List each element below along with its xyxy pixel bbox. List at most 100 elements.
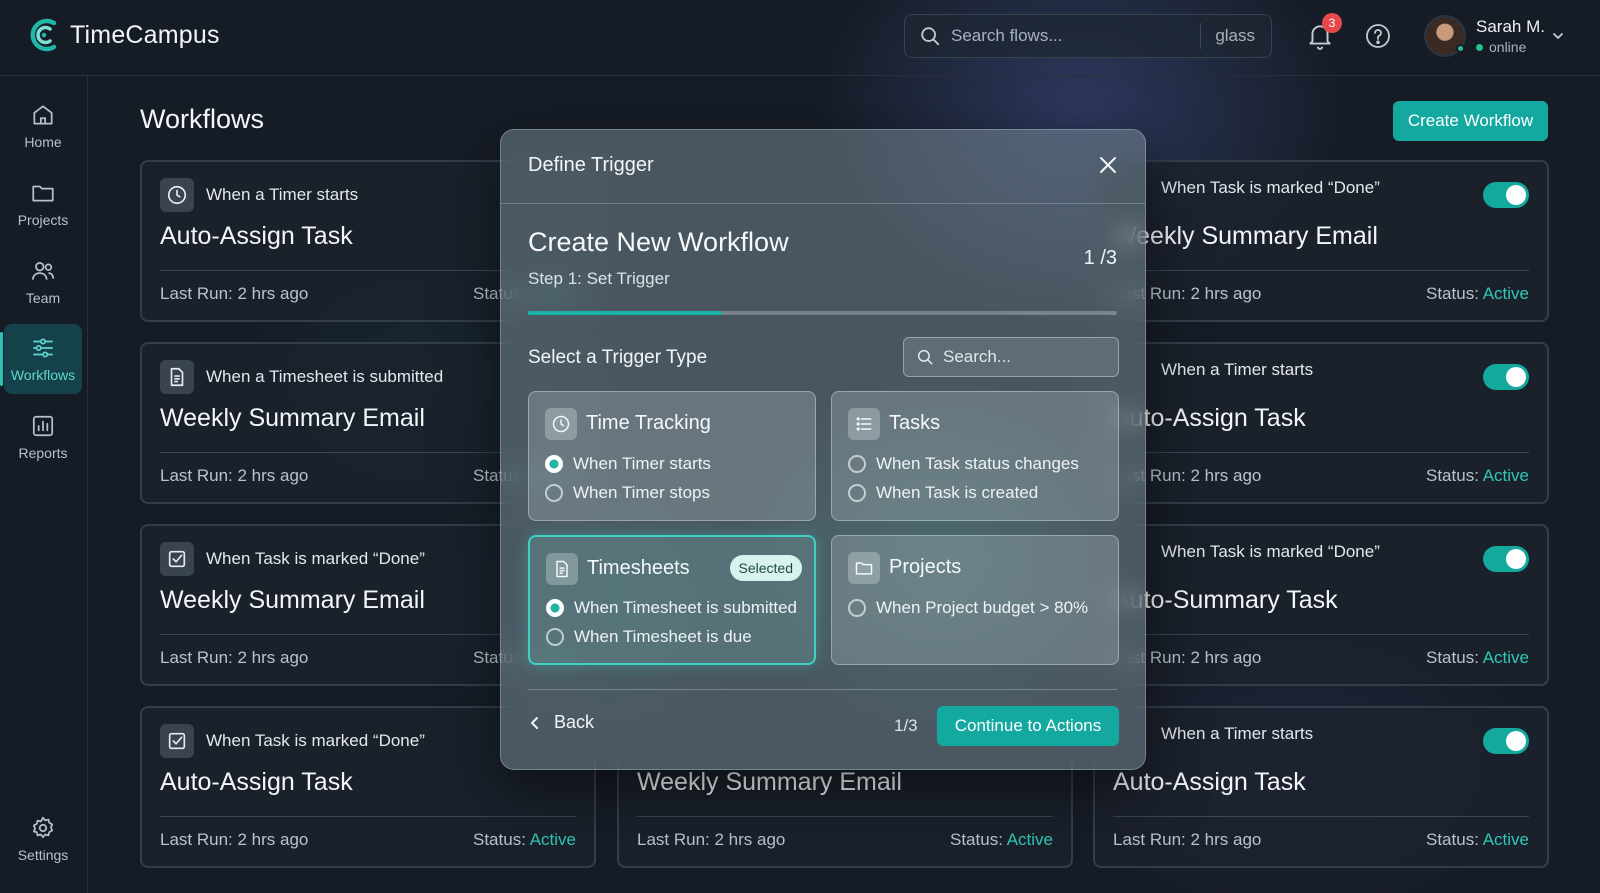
status-badge: Active xyxy=(1482,466,1529,485)
sidebar-item-label: Settings xyxy=(17,847,69,863)
workflow-card[interactable]: When Task is marked “Done” Auto-Summary … xyxy=(1093,524,1549,686)
radio-label: When Timer starts xyxy=(573,454,711,473)
card-title: Weekly Summary Email xyxy=(160,404,425,432)
folder-icon xyxy=(848,552,880,584)
logo-icon xyxy=(30,18,57,52)
radio-label: When Timer stops xyxy=(573,483,710,502)
radio-option[interactable]: When Timer stops xyxy=(545,483,710,503)
workflow-toggle[interactable] xyxy=(1483,182,1529,208)
wizard-progress-fill xyxy=(528,311,723,315)
radio-option[interactable]: When Task status changes xyxy=(848,454,1079,474)
card-trigger: When a Timer starts xyxy=(160,178,358,212)
card-last-run: Last Run: 2 hrs ago xyxy=(1113,830,1262,849)
page-title: Workflows xyxy=(140,104,265,134)
workflow-toggle[interactable] xyxy=(1483,364,1529,390)
define-trigger-modal: Define Trigger Create New Workflow Step … xyxy=(500,129,1146,770)
radio-option[interactable]: When Timesheet is submitted xyxy=(546,598,797,618)
workflow-card[interactable]: When a Timer starts Auto-Assign Task Las… xyxy=(1093,342,1549,504)
trigger-option-time-tracking[interactable]: Time Tracking When Timer starts When Tim… xyxy=(528,391,816,521)
sidebar-item-workflows[interactable]: Workflows xyxy=(0,324,82,394)
card-trigger-label: When Task is marked “Done” xyxy=(1161,178,1380,197)
card-divider xyxy=(160,816,576,817)
workflow-toggle[interactable] xyxy=(1483,728,1529,754)
brand[interactable]: TimeCampus xyxy=(28,16,220,54)
online-indicator xyxy=(1456,44,1465,53)
radio-button[interactable] xyxy=(545,484,563,502)
sidebar-item-home[interactable]: Home xyxy=(4,91,82,161)
card-trigger: When Task is marked “Done” xyxy=(1161,178,1380,198)
radio-button[interactable] xyxy=(546,599,564,617)
card-last-run: Last Run: 2 hrs ago xyxy=(637,830,786,849)
trigger-option-tasks[interactable]: Tasks When Task status changes When Task… xyxy=(831,391,1119,521)
status-prefix: Status: xyxy=(1426,466,1483,485)
chevron-left-icon xyxy=(531,716,538,729)
card-trigger-label: When Task is marked “Done” xyxy=(206,731,425,750)
search-scope-button[interactable]: glass xyxy=(1201,26,1271,46)
clock-icon xyxy=(160,178,194,212)
card-last-run: Last Run: 2 hrs ago xyxy=(160,648,309,667)
team-icon xyxy=(31,262,55,280)
radio-button[interactable] xyxy=(848,455,866,473)
workflow-card[interactable]: When a Timer starts Auto-Assign Task Las… xyxy=(1093,706,1549,868)
trigger-type-label: Select a Trigger Type xyxy=(528,347,708,368)
radio-button[interactable] xyxy=(848,599,866,617)
card-divider xyxy=(1113,634,1529,635)
trigger-option-title: Timesheets xyxy=(587,557,690,579)
card-trigger-label: When a Timer starts xyxy=(1161,360,1314,379)
card-last-run: Last Run: 2 hrs ago xyxy=(160,830,309,849)
trigger-option-title: Time Tracking xyxy=(586,412,711,434)
create-workflow-button[interactable]: Create Workflow xyxy=(1393,101,1548,141)
search-icon xyxy=(917,349,933,365)
list-icon xyxy=(848,408,880,440)
card-title: Auto-Assign Task xyxy=(160,222,353,250)
trigger-search-input[interactable]: Search... xyxy=(903,337,1119,377)
radio-button[interactable] xyxy=(545,455,563,473)
sidebar-item-label: Home xyxy=(24,134,62,150)
gear-icon xyxy=(32,816,54,839)
user-status-label: online xyxy=(1489,39,1527,55)
chevron-down-icon[interactable] xyxy=(1551,29,1565,43)
trigger-option-title: Tasks xyxy=(889,412,941,434)
card-trigger-label: When a Timesheet is submitted xyxy=(206,367,444,386)
help-icon[interactable] xyxy=(1365,23,1391,49)
radio-option[interactable]: When Timesheet is due xyxy=(546,627,752,647)
top-bar: TimeCampus Search flows... glass 3 Sarah… xyxy=(0,0,1600,76)
back-button[interactable]: Back xyxy=(528,712,594,733)
status-prefix: Status: xyxy=(1426,284,1483,303)
workflow-toggle[interactable] xyxy=(1483,546,1529,572)
card-last-run: Last Run: 2 hrs ago xyxy=(160,284,309,303)
modal-header-title: Define Trigger xyxy=(528,154,654,176)
status-badge: Active xyxy=(1482,284,1529,303)
status-prefix: Status: xyxy=(1426,648,1483,667)
status-prefix: Status: xyxy=(950,830,1007,849)
continue-button[interactable]: Continue to Actions xyxy=(937,706,1119,746)
search-box[interactable]: Search flows... glass xyxy=(904,14,1272,58)
card-trigger: When a Timer starts xyxy=(1161,360,1313,380)
status-badge: Active xyxy=(529,830,576,849)
sidebar-item-team[interactable]: Team xyxy=(4,247,82,317)
trigger-option-timesheets[interactable]: Timesheets Selected When Timesheet is su… xyxy=(528,535,816,665)
user-status: online xyxy=(1476,39,1526,55)
user-name[interactable]: Sarah M. xyxy=(1476,17,1545,37)
sidebar-item-label: Projects xyxy=(17,212,69,228)
notification-badge: 3 xyxy=(1322,13,1342,33)
radio-option[interactable]: When Task is created xyxy=(848,483,1038,503)
radio-button[interactable] xyxy=(848,484,866,502)
sidebar-item-settings[interactable]: Settings xyxy=(4,804,82,874)
sidebar-item-reports[interactable]: Reports xyxy=(4,402,82,472)
radio-option[interactable]: When Project budget > 80% xyxy=(848,598,1088,618)
sidebar-item-projects[interactable]: Projects xyxy=(4,169,82,239)
trigger-option-projects[interactable]: Projects When Project budget > 80% xyxy=(831,535,1119,665)
radio-button[interactable] xyxy=(546,628,564,646)
workflow-card[interactable]: When Task is marked “Done” Weekly Summar… xyxy=(1093,160,1549,322)
search-input[interactable]: Search flows... xyxy=(951,26,1200,46)
card-status: Status: Active xyxy=(1426,648,1529,668)
close-icon[interactable] xyxy=(1097,154,1119,176)
home-icon xyxy=(33,105,53,125)
sidebar-item-label: Workflows xyxy=(10,367,76,383)
card-trigger-label: When a Timer starts xyxy=(1161,724,1314,743)
radio-option[interactable]: When Timer starts xyxy=(545,454,711,474)
document-icon xyxy=(160,360,194,394)
card-trigger: When a Timesheet is submitted xyxy=(160,360,443,394)
radio-label: When Timesheet is due xyxy=(574,627,752,646)
